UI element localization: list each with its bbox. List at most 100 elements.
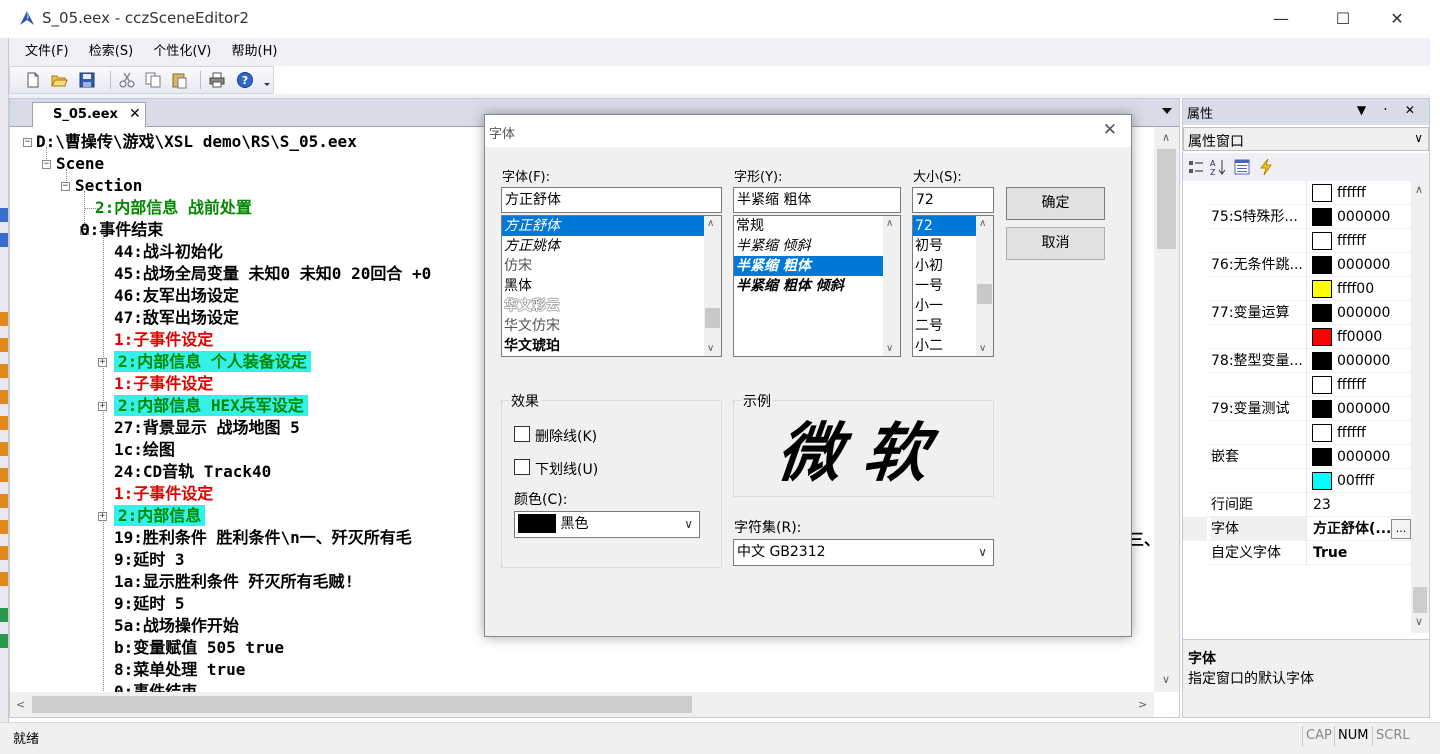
sort-az-icon[interactable]: AZ [1209,158,1227,176]
tree-node[interactable]: 1:子事件设定 [114,329,213,350]
property-value[interactable]: 000000 [1337,253,1390,277]
property-value[interactable]: 00ffff [1337,469,1374,493]
paste-icon[interactable] [170,71,188,89]
scroll-left-icon[interactable]: < [16,698,25,711]
ok-button[interactable]: 确定 [1006,187,1105,220]
tree-node[interactable]: 45:战场全局变量 未知0 未知0 20回合 +0 [114,263,431,284]
property-row[interactable]: ffff00 [1183,277,1411,301]
scrollbar-thumb[interactable] [32,696,692,713]
tree-node[interactable]: 19:胜利条件 胜利条件\n一、歼灭所有毛 [114,527,412,548]
style-list-scrollbar[interactable]: ∧ ∨ [883,216,900,356]
tree-node[interactable]: Scene [56,153,104,174]
scroll-up-icon[interactable]: ∧ [1415,183,1423,196]
help-icon[interactable]: ? [236,71,254,89]
menu-file[interactable]: 文件(F) [17,38,77,66]
property-row[interactable]: 78:整型变量... 000000 [1183,349,1411,373]
property-value[interactable]: ffffff [1337,421,1366,445]
tab-list-dropdown-icon[interactable] [1161,105,1173,117]
categorized-icon[interactable] [1187,158,1205,176]
property-row[interactable]: ffffff [1183,229,1411,253]
property-row[interactable]: 自定义字体 True [1183,541,1411,565]
property-row[interactable]: 76:无条件跳... 000000 [1183,253,1411,277]
property-row[interactable]: ff0000 [1183,325,1411,349]
tree-node[interactable]: 46:友军出场设定 [114,285,239,306]
tree-node[interactable]: 44:战斗初始化 [114,241,223,262]
tree-node[interactable]: 1:子事件设定 [114,483,213,504]
style-list-item[interactable]: 半紧缩 粗体 [734,256,900,276]
expand-toggle[interactable]: + [98,358,107,367]
tree-node[interactable]: 24:CD音轨 Track40 [114,461,271,482]
property-row[interactable]: ffffff [1183,373,1411,397]
toolbar-overflow-icon[interactable] [262,71,272,89]
menu-personalize[interactable]: 个性化(V) [145,38,219,66]
new-file-icon[interactable] [24,71,42,89]
tree-node[interactable]: 1:子事件设定 [114,373,213,394]
scrollbar-thumb[interactable] [1157,149,1176,249]
font-style-list[interactable]: 常规 半紧缩 倾斜 半紧缩 粗体 半紧缩 粗体 倾斜 ∧ ∨ [733,215,901,357]
property-value[interactable]: 000000 [1337,349,1390,373]
document-tab[interactable]: S_05.eex ✕ [32,102,146,127]
tree-node[interactable]: 0:事件结束 [114,681,197,692]
property-value[interactable]: ffffff [1337,181,1366,205]
property-grid-scrollbar[interactable]: ∧ ∨ [1411,181,1429,633]
cancel-button[interactable]: 取消 [1006,227,1105,260]
close-button[interactable]: ✕ [1374,0,1420,38]
tree-node[interactable]: 2:内部信息 战前处置 [95,197,252,218]
browse-button[interactable]: ... [1391,519,1411,539]
property-value[interactable]: 000000 [1337,301,1390,325]
tree-node[interactable]: 47:敌军出场设定 [114,307,239,328]
property-row[interactable]: 75:S特殊形... 000000 [1183,205,1411,229]
expand-toggle[interactable]: + [98,512,107,521]
font-list-item[interactable]: 华文彩云 [502,296,721,316]
events-lightning-icon[interactable] [1257,158,1275,176]
property-value[interactable]: ffff00 [1337,277,1374,301]
property-value[interactable]: 000000 [1337,397,1390,421]
scroll-up-icon[interactable]: ∧ [1162,131,1170,144]
font-list-item[interactable]: 华文仿宋 [502,316,721,336]
tree-node[interactable]: 2:内部信息 [114,505,206,526]
tree-node[interactable]: 5a:战场操作开始 [114,615,239,636]
scrollbar-thumb[interactable] [1413,587,1427,613]
menu-help[interactable]: 帮助(H) [224,38,286,66]
tree-node[interactable]: Section [75,175,142,196]
style-list-item[interactable]: 半紧缩 粗体 倾斜 [734,276,900,296]
tree-node[interactable]: 27:背景显示 战场地图 5 [114,417,300,438]
tree-node[interactable]: 1a:显示胜利条件 歼灭所有毛贼! [114,571,354,592]
tree-node[interactable]: 0:事件结束 [80,219,163,240]
charset-select[interactable]: 中文 GB2312 ∨ [733,539,994,566]
tree-node[interactable]: 9:延时 5 [114,593,185,614]
property-value[interactable]: 23 [1313,493,1331,517]
cut-icon[interactable] [118,71,136,89]
panel-control-icons[interactable]: ▼ ᛫ ✕ [1357,103,1421,117]
font-list-item[interactable]: 仿宋 [502,256,721,276]
property-row[interactable]: 字体 方正舒体(...... [1183,517,1411,541]
print-icon[interactable] [208,71,226,89]
font-size-list[interactable]: 72 初号 小初 一号 小一 二号 小二 ∧ ∨ [912,215,994,357]
font-list-item[interactable]: 方正姚体 [502,236,721,256]
font-list-item[interactable]: 华文琥珀 [502,336,721,356]
property-value[interactable]: ff0000 [1337,325,1382,349]
menu-search[interactable]: 检索(S) [81,38,141,66]
open-folder-icon[interactable] [50,71,68,89]
tree-vertical-scrollbar[interactable]: ∧ ∨ [1154,127,1179,692]
font-list-scrollbar[interactable]: ∧ ∨ [704,216,721,356]
property-value[interactable]: True [1313,541,1347,565]
scroll-right-icon[interactable]: > [1138,698,1147,711]
font-style-input[interactable]: 半紧缩 粗体 [733,187,901,213]
font-list-item[interactable]: 方正舒体 [502,216,721,236]
property-row[interactable]: 79:变量测试 000000 [1183,397,1411,421]
style-list-item[interactable]: 常规 [734,216,900,236]
tree-horizontal-scrollbar[interactable]: < > [10,692,1154,717]
tree-node[interactable]: D:\曹操传\游戏\XSL demo\RS\S_05.eex [36,131,357,152]
tree-node[interactable]: 9:延时 3 [114,549,185,570]
property-value[interactable]: 方正舒体(... [1313,517,1391,541]
expand-toggle[interactable]: + [98,402,107,411]
property-row[interactable]: ffffff [1183,181,1411,205]
tree-node[interactable]: 1c:绘图 [114,439,175,460]
tree-node[interactable]: b:变量赋值 505 true [114,637,284,658]
property-row[interactable]: 77:变量运算 000000 [1183,301,1411,325]
property-row[interactable]: 00ffff [1183,469,1411,493]
underline-checkbox[interactable] [514,459,530,475]
font-name-list[interactable]: 方正舒体 方正姚体 仿宋 黑体 华文彩云 华文仿宋 华文琥珀 ∧ ∨ [501,215,722,357]
tree-node[interactable]: 2:内部信息 个人装备设定 [114,351,311,372]
